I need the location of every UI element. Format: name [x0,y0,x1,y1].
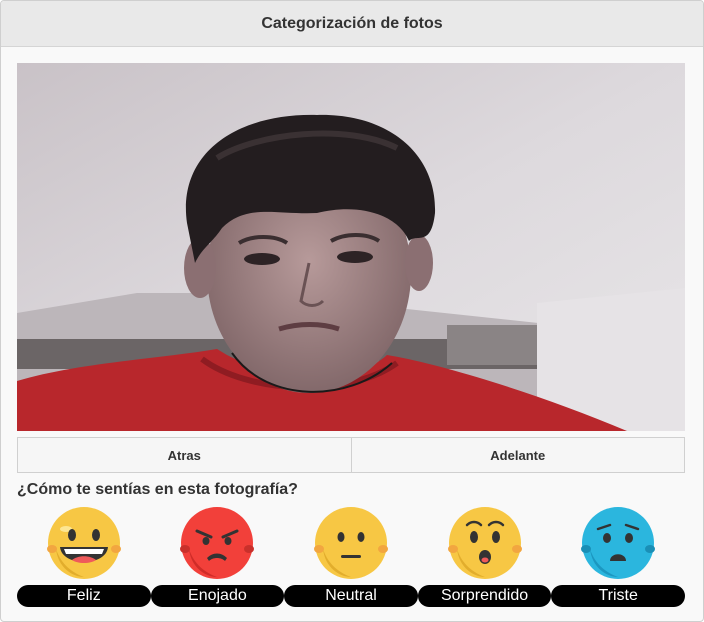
emotion-label: Neutral [284,585,418,607]
emotion-option-happy[interactable]: Feliz [17,501,151,611]
neutral-face-icon [311,505,391,581]
emotion-option-sad[interactable]: Triste [551,501,685,611]
emotion-option-surprised[interactable]: Sorprendido [417,501,552,611]
emotion-label: Sorprendido [417,585,552,607]
emotion-options: Feliz Enojado Neutral Sorprendido Triste [17,501,685,611]
back-button[interactable]: Atras [17,437,352,473]
emotion-option-angry[interactable]: Enojado [150,501,285,611]
emotion-question: ¿Cómo te sentías en esta fotografía? [17,481,298,498]
happy-face-icon [44,505,124,581]
forward-button[interactable]: Adelante [351,437,685,473]
sad-face-icon [578,505,658,581]
window-title: Categorización de fotos [1,1,703,47]
emotion-label: Feliz [17,585,151,607]
surprised-face-icon [445,505,525,581]
emotion-label: Enojado [150,585,285,607]
person-photo [17,63,685,431]
photo-viewer [17,63,685,431]
photo-categorization-window: Categorización de fotos Atras Adelante ¿… [0,0,704,622]
angry-face-icon [177,505,257,581]
navigation-buttons: Atras Adelante [17,437,685,473]
emotion-option-neutral[interactable]: Neutral [284,501,418,611]
emotion-label: Triste [551,585,685,607]
